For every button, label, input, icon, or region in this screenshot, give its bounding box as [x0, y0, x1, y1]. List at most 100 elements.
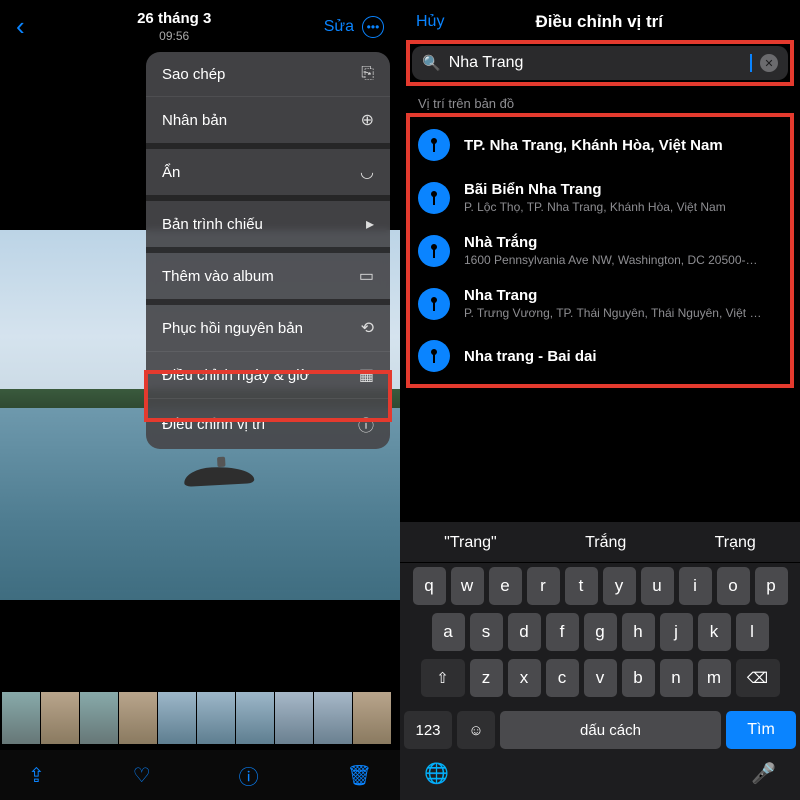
key-s[interactable]: s	[470, 613, 503, 651]
globe-key[interactable]: 🌐	[424, 761, 449, 786]
keyboard-suggestions: "Trang" Trắng Trạng	[400, 528, 800, 563]
menu-label: Nhân bản	[162, 112, 227, 129]
search-input[interactable]: 🔍 Nha Trang ✕	[412, 46, 788, 80]
key-b[interactable]: b	[622, 659, 655, 697]
menu-add-to-album[interactable]: Thêm vào album ▭	[146, 253, 390, 305]
photo-date: 26 tháng 3	[137, 10, 211, 27]
key-f[interactable]: f	[546, 613, 579, 651]
key-d[interactable]: d	[508, 613, 541, 651]
menu-label: Sao chép	[162, 66, 225, 83]
key-i[interactable]: i	[679, 567, 712, 605]
result-subtitle: P. Trưng Vương, TP. Thái Nguyên, Thái Ng…	[464, 306, 764, 320]
duplicate-icon: ⊕	[361, 110, 374, 130]
location-result[interactable]: Bãi Biển Nha Trang P. Lộc Thọ, TP. Nha T…	[400, 171, 800, 224]
key-z[interactable]: z	[470, 659, 503, 697]
more-menu-button[interactable]: •••	[362, 16, 384, 38]
on-screen-keyboard: "Trang" Trắng Trạng qwertyuiop asdfghjkl…	[400, 522, 800, 800]
key-m[interactable]: m	[698, 659, 731, 697]
revert-icon: ⟲	[361, 318, 374, 338]
result-title: Nhà Trắng	[464, 234, 764, 251]
menu-slideshow[interactable]: Bản trình chiếu ▸	[146, 201, 390, 253]
menu-copy[interactable]: Sao chép ⎘	[146, 52, 390, 97]
suggestion[interactable]: "Trang"	[444, 534, 497, 552]
map-pin-icon	[418, 288, 450, 320]
text-caret	[750, 54, 752, 72]
key-k[interactable]: k	[698, 613, 731, 651]
menu-label: Điều chỉnh ngày & giờ	[162, 367, 309, 384]
suggestion[interactable]: Trắng	[585, 534, 626, 552]
key-a[interactable]: a	[432, 613, 465, 651]
cancel-button[interactable]: Hủy	[416, 13, 444, 31]
result-subtitle: 1600 Pennsylvania Ave NW, Washington, DC…	[464, 253, 764, 267]
menu-hide[interactable]: Ẩn ◡	[146, 149, 390, 201]
key-e[interactable]: e	[489, 567, 522, 605]
map-pin-icon	[418, 182, 450, 214]
menu-revert-original[interactable]: Phục hồi nguyên bản ⟲	[146, 305, 390, 352]
search-key[interactable]: Tìm	[726, 711, 796, 749]
menu-label: Ẩn	[162, 164, 180, 181]
bottom-toolbar: ⇪ ♡ ⓘ 🗑	[0, 750, 400, 800]
info-icon[interactable]: ⓘ	[239, 761, 259, 790]
clear-search-button[interactable]: ✕	[760, 54, 778, 72]
suggestion[interactable]: Trạng	[715, 534, 756, 552]
key-p[interactable]: p	[755, 567, 788, 605]
thumbnail-strip[interactable]	[0, 692, 400, 744]
key-h[interactable]: h	[622, 613, 655, 651]
context-menu: Sao chép ⎘ Nhân bản ⊕ Ẩn ◡ Bản trình chi…	[146, 52, 390, 449]
menu-duplicate[interactable]: Nhân bản ⊕	[146, 97, 390, 149]
slideshow-icon: ▸	[366, 214, 374, 234]
key-j[interactable]: j	[660, 613, 693, 651]
key-u[interactable]: u	[641, 567, 674, 605]
result-title: Nha Trang	[464, 287, 764, 304]
hide-icon: ◡	[360, 162, 374, 182]
copy-icon: ⎘	[361, 65, 374, 83]
location-result[interactable]: Nha Trang P. Trưng Vương, TP. Thái Nguyê…	[400, 277, 800, 330]
menu-adjust-location[interactable]: Điều chỉnh vị trí ⓘ	[146, 399, 390, 449]
location-result[interactable]: Nhà Trắng 1600 Pennsylvania Ave NW, Wash…	[400, 224, 800, 277]
key-x[interactable]: x	[508, 659, 541, 697]
key-y[interactable]: y	[603, 567, 636, 605]
key-v[interactable]: v	[584, 659, 617, 697]
menu-label: Thêm vào album	[162, 268, 274, 285]
search-text: Nha Trang	[449, 54, 742, 72]
section-header-map-locations: Vị trí trên bản đồ	[400, 90, 800, 119]
emoji-key[interactable]: ☺	[457, 711, 495, 749]
calendar-icon: ▦	[359, 365, 374, 385]
space-key[interactable]: dấu cách	[500, 711, 721, 749]
backspace-key[interactable]: ⌫	[736, 659, 780, 697]
key-n[interactable]: n	[660, 659, 693, 697]
shift-key[interactable]: ⇧	[421, 659, 465, 697]
location-result[interactable]: TP. Nha Trang, Khánh Hòa, Việt Nam	[400, 119, 800, 171]
key-g[interactable]: g	[584, 613, 617, 651]
map-pin-icon	[418, 235, 450, 267]
photo-date-header: 26 tháng 3 09:56	[137, 10, 211, 43]
menu-adjust-datetime[interactable]: Điều chỉnh ngày & giờ ▦	[146, 352, 390, 399]
map-pin-icon	[418, 129, 450, 161]
key-t[interactable]: t	[565, 567, 598, 605]
key-c[interactable]: c	[546, 659, 579, 697]
result-title: Bãi Biển Nha Trang	[464, 181, 726, 198]
album-icon: ▭	[359, 266, 374, 286]
menu-label: Điều chỉnh vị trí	[162, 416, 265, 433]
info-icon: ⓘ	[358, 412, 374, 436]
key-l[interactable]: l	[736, 613, 769, 651]
screenshot-left-photo-detail: ‹ 26 tháng 3 09:56 Sửa ••• Sao chép ⎘ Nh…	[0, 0, 400, 800]
location-result[interactable]: Nha trang - Bai dai	[400, 330, 800, 382]
edit-button[interactable]: Sửa	[324, 18, 354, 36]
key-r[interactable]: r	[527, 567, 560, 605]
trash-icon[interactable]: 🗑	[347, 763, 372, 788]
key-w[interactable]: w	[451, 567, 484, 605]
key-o[interactable]: o	[717, 567, 750, 605]
favorite-icon[interactable]: ♡	[133, 763, 151, 788]
result-title: Nha trang - Bai dai	[464, 348, 597, 365]
key-q[interactable]: q	[413, 567, 446, 605]
numbers-key[interactable]: 123	[404, 711, 452, 749]
result-title: TP. Nha Trang, Khánh Hòa, Việt Nam	[464, 137, 723, 154]
result-subtitle: P. Lộc Thọ, TP. Nha Trang, Khánh Hòa, Vi…	[464, 200, 726, 214]
back-button[interactable]: ‹	[16, 11, 25, 42]
search-icon: 🔍	[422, 54, 441, 72]
share-icon[interactable]: ⇪	[28, 763, 45, 788]
map-pin-icon	[418, 340, 450, 372]
mic-key[interactable]: 🎤	[751, 761, 776, 786]
location-results-list: TP. Nha Trang, Khánh Hòa, Việt Nam Bãi B…	[400, 119, 800, 382]
